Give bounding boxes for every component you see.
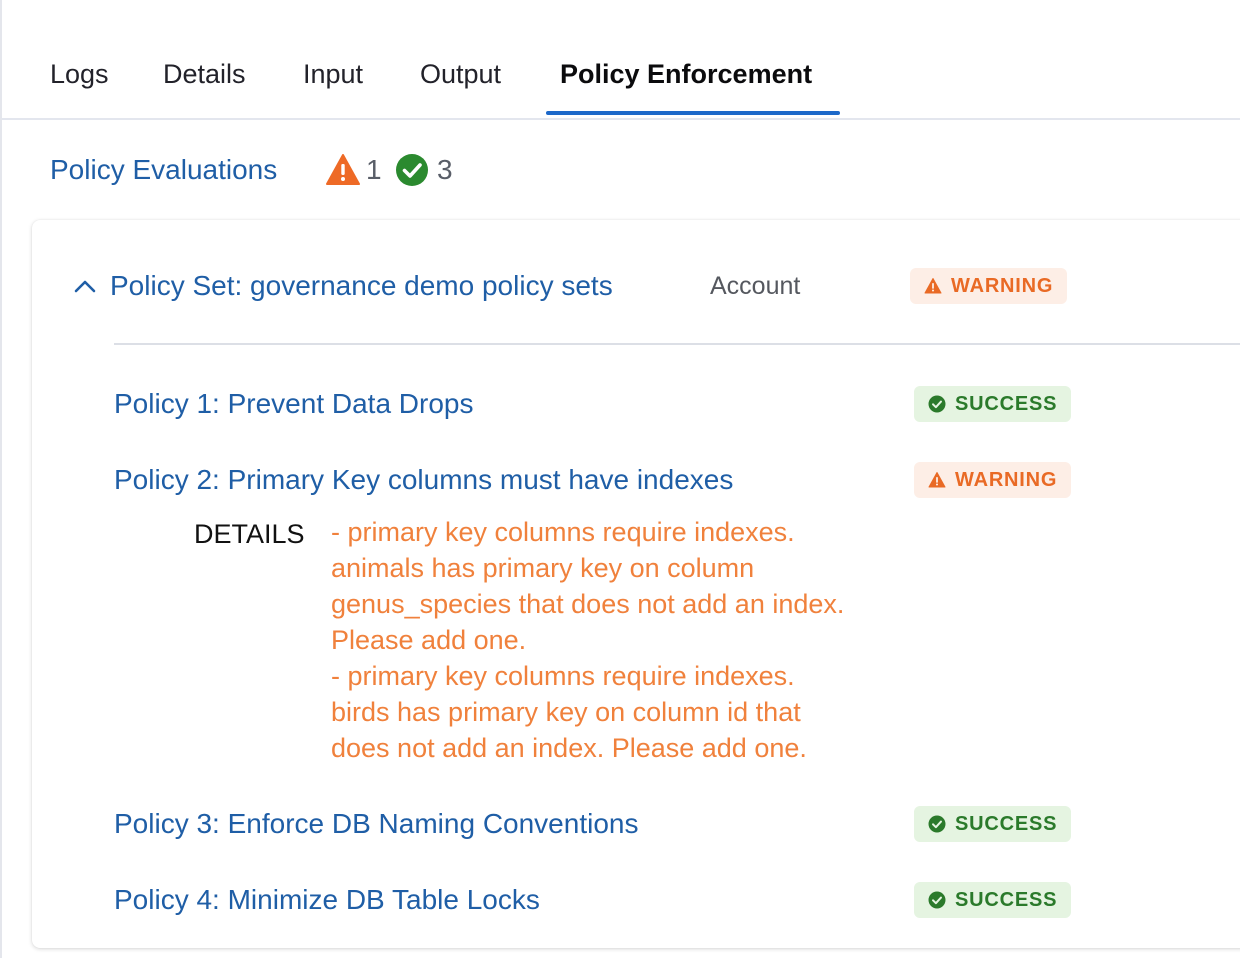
status-badge-warning: WARNING	[910, 268, 1068, 304]
check-circle-icon	[928, 891, 946, 909]
warning-triangle-icon	[326, 154, 360, 185]
details-line: - primary key columns require indexes.	[331, 661, 795, 691]
details-line: animals has primary key on column	[331, 553, 755, 583]
tab-policy-enforcement[interactable]: Policy Enforcement	[560, 56, 812, 92]
policy-set-scope: Account	[710, 272, 801, 300]
check-circle-icon	[928, 815, 946, 833]
check-circle-icon	[928, 395, 946, 413]
warning-triangle-icon	[928, 472, 946, 488]
status-badge-label: SUCCESS	[955, 889, 1058, 911]
warning-triangle-icon	[924, 278, 942, 294]
status-badge-label: SUCCESS	[955, 813, 1058, 835]
tab-bar: Logs Details Input Output Policy Enforce…	[2, 0, 1240, 120]
status-badge-success: SUCCESS	[914, 386, 1072, 422]
tab-input[interactable]: Input	[303, 56, 363, 92]
status-badge-success: SUCCESS	[914, 806, 1072, 842]
divider	[114, 343, 1240, 345]
status-badge-label: WARNING	[955, 469, 1058, 491]
status-badge-label: WARNING	[951, 275, 1054, 297]
policy-item-4[interactable]: Policy 4: Minimize DB Table Locks	[114, 880, 540, 920]
details-line: - primary key columns require indexes.	[331, 517, 795, 547]
chevron-up-icon[interactable]	[70, 272, 100, 302]
details-line: does not add an index. Please add one.	[331, 733, 807, 763]
policy-item-3[interactable]: Policy 3: Enforce DB Naming Conventions	[114, 804, 638, 844]
details-line: birds has primary key on column id that	[331, 697, 801, 727]
details-message: - primary key columns require indexes. a…	[331, 514, 921, 766]
tab-output[interactable]: Output	[420, 56, 501, 92]
active-tab-indicator	[546, 111, 840, 115]
left-border	[0, 0, 2, 958]
status-badge-label: SUCCESS	[955, 393, 1058, 415]
details-line: genus_species that does not add an index…	[331, 589, 845, 619]
tab-details[interactable]: Details	[163, 56, 246, 92]
warning-count: 1	[366, 154, 382, 185]
status-badge-success: SUCCESS	[914, 882, 1072, 918]
details-label: DETAILS	[194, 519, 305, 549]
details-line: Please add one.	[331, 625, 527, 655]
check-circle-icon	[396, 154, 428, 186]
policy-item-1[interactable]: Policy 1: Prevent Data Drops	[114, 384, 474, 424]
policy-item-2[interactable]: Policy 2: Primary Key columns must have …	[114, 460, 733, 500]
success-count: 3	[437, 154, 453, 185]
policy-evaluations-title: Policy Evaluations	[50, 154, 278, 185]
policy-set-title[interactable]: Policy Set: governance demo policy sets	[110, 266, 613, 306]
status-badge-warning: WARNING	[914, 462, 1072, 498]
tab-logs[interactable]: Logs	[50, 56, 109, 92]
